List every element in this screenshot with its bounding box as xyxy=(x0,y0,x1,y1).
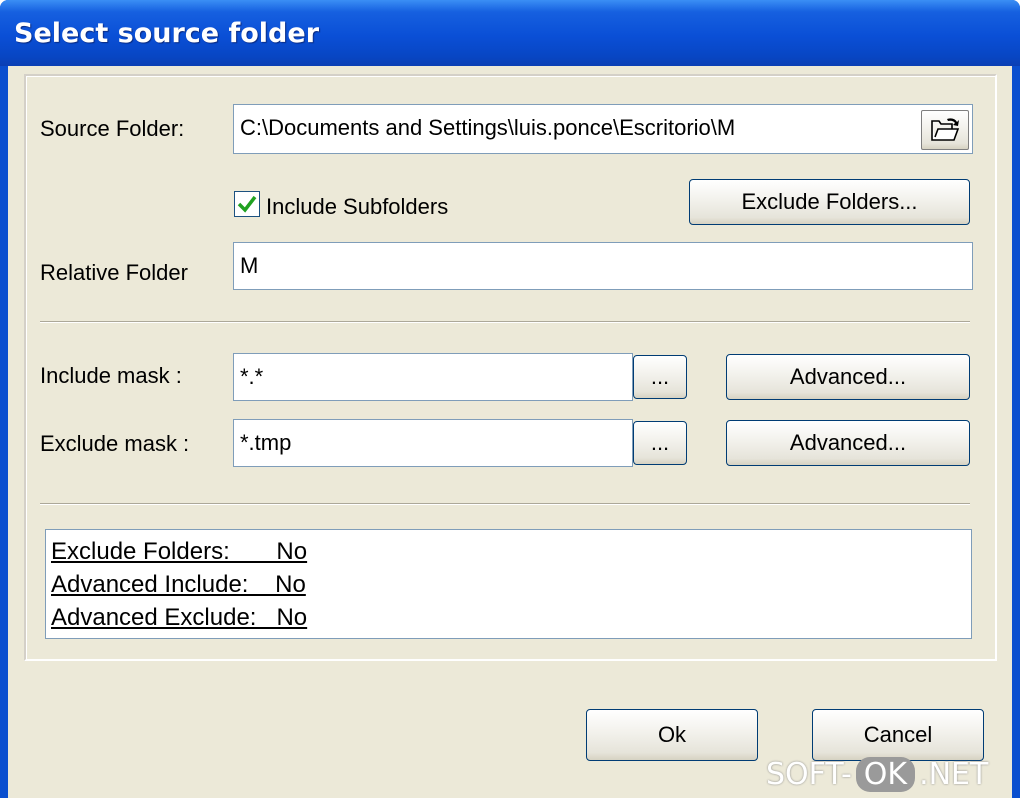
browse-folder-button[interactable] xyxy=(921,110,969,150)
window-title: Select source folder xyxy=(14,18,320,49)
summary-exclude-folders: Exclude Folders: No xyxy=(51,538,308,565)
separator xyxy=(40,321,970,323)
include-subfolders-checkbox[interactable] xyxy=(234,191,260,217)
dialog-window: Select source folder Source Folder: C:\D… xyxy=(0,0,1020,798)
summary-advanced-exclude: Advanced Exclude: No xyxy=(51,604,308,631)
watermark-mid: OK xyxy=(855,756,916,792)
ok-button[interactable]: Ok xyxy=(586,709,758,761)
include-subfolders-label[interactable]: Include Subfolders xyxy=(266,194,448,220)
checkmark-icon xyxy=(237,195,257,213)
source-folder-value: C:\Documents and Settings\luis.ponce\Esc… xyxy=(240,115,736,140)
summary-advanced-include: Advanced Include: No xyxy=(51,571,306,598)
exclude-mask-label: Exclude mask : xyxy=(40,431,190,456)
include-mask-field[interactable]: *.* xyxy=(233,353,633,401)
separator xyxy=(40,503,970,505)
exclude-folders-button[interactable]: Exclude Folders... xyxy=(689,179,970,225)
relative-folder-value: M xyxy=(240,253,259,278)
relative-folder-field[interactable]: M xyxy=(233,242,973,290)
dialog-client-area: Source Folder: C:\Documents and Settings… xyxy=(8,66,1012,798)
watermark-right: .NET xyxy=(919,756,989,792)
exclude-mask-field[interactable]: *.tmp xyxy=(233,419,633,467)
exclude-advanced-button[interactable]: Advanced... xyxy=(726,420,970,466)
include-advanced-button[interactable]: Advanced... xyxy=(726,354,970,400)
include-mask-label: Include mask : xyxy=(40,363,182,388)
source-folder-label: Source Folder: xyxy=(40,116,185,141)
source-folder-field[interactable]: C:\Documents and Settings\luis.ponce\Esc… xyxy=(233,104,973,154)
summary-panel: Exclude Folders: No Advanced Include: No… xyxy=(45,529,972,639)
title-bar[interactable]: Select source folder xyxy=(0,0,1020,66)
open-folder-icon xyxy=(931,118,960,141)
settings-group: Source Folder: C:\Documents and Settings… xyxy=(24,74,997,661)
include-mask-browse-button[interactable]: ... xyxy=(633,355,687,399)
exclude-mask-browse-button[interactable]: ... xyxy=(633,421,687,465)
exclude-mask-value: *.tmp xyxy=(240,430,292,455)
relative-folder-label: Relative Folder xyxy=(40,260,188,285)
watermark-left: SOFT- xyxy=(766,756,852,792)
watermark-logo: SOFT- OK .NET xyxy=(766,752,1016,796)
include-mask-value: *.* xyxy=(240,364,264,389)
